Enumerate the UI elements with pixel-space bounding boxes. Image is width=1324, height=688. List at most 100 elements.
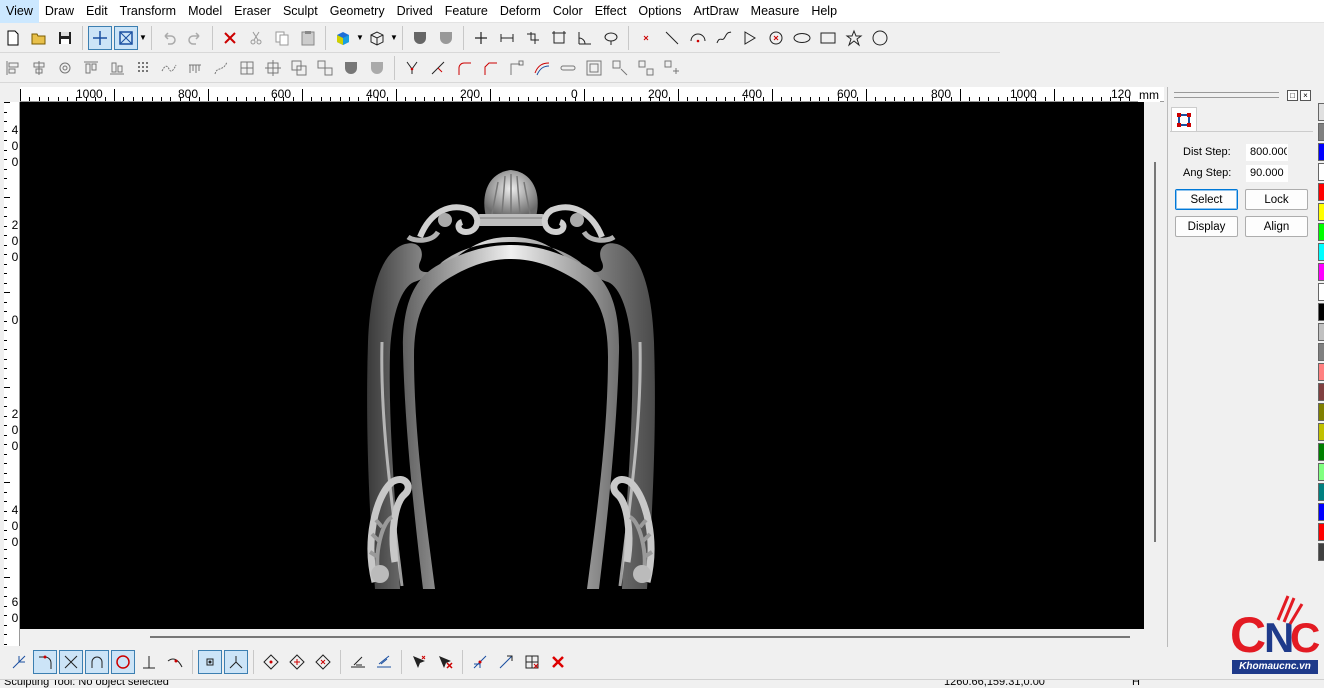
align-left-button[interactable] xyxy=(1,56,25,80)
menu-options[interactable]: Options xyxy=(632,0,687,23)
draw-rectangle-button[interactable] xyxy=(816,26,840,50)
wireframe-view-button[interactable] xyxy=(365,26,389,50)
undo-button[interactable] xyxy=(157,26,181,50)
menu-model[interactable]: Model xyxy=(182,0,228,23)
select-points-button[interactable] xyxy=(407,650,431,674)
node-edit-button[interactable] xyxy=(608,56,632,80)
clear-snaps-button[interactable] xyxy=(546,650,570,674)
ang-step-input[interactable] xyxy=(1246,164,1288,182)
color-swatch[interactable] xyxy=(1318,463,1324,481)
offset-button[interactable] xyxy=(530,56,554,80)
dimension-button[interactable] xyxy=(495,26,519,50)
copy-button[interactable] xyxy=(270,26,294,50)
extend-button[interactable] xyxy=(426,56,450,80)
snap-scale-button[interactable] xyxy=(494,650,518,674)
dist-step-input[interactable] xyxy=(1246,143,1288,161)
align-top-button[interactable] xyxy=(79,56,103,80)
align-baseline-button[interactable] xyxy=(346,650,370,674)
design-canvas[interactable] xyxy=(20,102,1144,629)
color-swatch[interactable] xyxy=(1318,443,1324,461)
color-swatch[interactable] xyxy=(1318,143,1324,161)
fillet-button[interactable] xyxy=(452,56,476,80)
delete-button[interactable] xyxy=(218,26,242,50)
rotate-center-button[interactable] xyxy=(53,56,77,80)
trim-scissors-button[interactable] xyxy=(400,56,424,80)
color-swatch[interactable] xyxy=(1318,323,1324,341)
menu-draw[interactable]: Draw xyxy=(39,0,80,23)
relief-up-button[interactable] xyxy=(339,56,363,80)
color-swatch[interactable] xyxy=(1318,503,1324,521)
panel-restore-button[interactable]: □ xyxy=(1287,89,1298,101)
draw-circle-center-button[interactable] xyxy=(764,26,788,50)
snap-grid-button[interactable] xyxy=(198,650,222,674)
vertical-scroll-thumb[interactable] xyxy=(1154,162,1156,542)
probe-button[interactable] xyxy=(599,26,623,50)
menu-effect[interactable]: Effect xyxy=(589,0,633,23)
relief-down-button[interactable] xyxy=(365,56,389,80)
draw-polyline-button[interactable] xyxy=(738,26,762,50)
color-swatch[interactable] xyxy=(1318,123,1324,141)
color-swatch[interactable] xyxy=(1318,263,1324,281)
shield-bottom-button[interactable] xyxy=(434,26,458,50)
color-swatch[interactable] xyxy=(1318,303,1324,321)
redo-button[interactable] xyxy=(183,26,207,50)
node-diamond-x-button[interactable] xyxy=(311,650,335,674)
snap-intersection-button[interactable] xyxy=(59,650,83,674)
menu-artdraw[interactable]: ArtDraw xyxy=(688,0,745,23)
snap-crosshair-button[interactable] xyxy=(88,25,112,50)
snap-center-button[interactable] xyxy=(111,650,135,674)
wave-button[interactable] xyxy=(157,56,181,80)
color-swatch[interactable] xyxy=(1318,183,1324,201)
add-point-button[interactable] xyxy=(469,26,493,50)
deselect-points-button[interactable] xyxy=(433,650,457,674)
cut-button[interactable] xyxy=(244,26,268,50)
snap-tangent-button[interactable] xyxy=(33,650,57,674)
draw-arc-button[interactable] xyxy=(686,26,710,50)
menu-edit[interactable]: Edit xyxy=(80,0,114,23)
node-diamond-button[interactable] xyxy=(259,650,283,674)
menu-drived[interactable]: Drived xyxy=(391,0,439,23)
draw-star-button[interactable] xyxy=(842,26,866,50)
corner-button[interactable] xyxy=(504,56,528,80)
vertical-scrollbar[interactable] xyxy=(1148,102,1164,629)
color-swatch[interactable] xyxy=(1318,383,1324,401)
menu-deform[interactable]: Deform xyxy=(494,0,547,23)
color-swatch[interactable] xyxy=(1318,163,1324,181)
snap-move-button[interactable] xyxy=(468,650,492,674)
menu-feature[interactable]: Feature xyxy=(439,0,494,23)
trim-button[interactable] xyxy=(521,26,545,50)
lock-button[interactable]: Lock xyxy=(1245,189,1308,210)
snap-arc-button[interactable] xyxy=(85,650,109,674)
panel-grip[interactable] xyxy=(1174,92,1279,98)
menu-help[interactable]: Help xyxy=(805,0,843,23)
snap-perpendicular-button[interactable] xyxy=(137,650,161,674)
snap-endpoint-button[interactable] xyxy=(7,650,31,674)
array-button[interactable] xyxy=(131,56,155,80)
color-swatch[interactable] xyxy=(1318,103,1324,121)
horizontal-scrollbar[interactable] xyxy=(20,629,1164,646)
select-button[interactable]: Select xyxy=(1175,189,1238,210)
ungroup-button[interactable] xyxy=(313,56,337,80)
node-split-button[interactable] xyxy=(660,56,684,80)
menu-measure[interactable]: Measure xyxy=(745,0,806,23)
color-swatch[interactable] xyxy=(1318,223,1324,241)
mirror-button[interactable] xyxy=(235,56,259,80)
node-diamond-cross-button[interactable] xyxy=(285,650,309,674)
menu-transform[interactable]: Transform xyxy=(114,0,183,23)
draw-point-button[interactable] xyxy=(634,26,658,50)
color-swatch[interactable] xyxy=(1318,203,1324,221)
group-button[interactable] xyxy=(287,56,311,80)
draw-line-button[interactable] xyxy=(660,26,684,50)
menu-geometry[interactable]: Geometry xyxy=(324,0,391,23)
color-swatch[interactable] xyxy=(1318,523,1324,541)
menu-view[interactable]: View xyxy=(0,0,39,23)
panel-titlebar[interactable]: □ × xyxy=(1168,87,1315,103)
color-swatch[interactable] xyxy=(1318,403,1324,421)
color-swatch[interactable] xyxy=(1318,343,1324,361)
align-bottom-button[interactable] xyxy=(105,56,129,80)
chamfer-button[interactable] xyxy=(478,56,502,80)
draw-polygon-button[interactable] xyxy=(868,26,892,50)
snap-nearest-button[interactable] xyxy=(163,650,187,674)
angle-button[interactable] xyxy=(573,26,597,50)
menu-eraser[interactable]: Eraser xyxy=(228,0,277,23)
